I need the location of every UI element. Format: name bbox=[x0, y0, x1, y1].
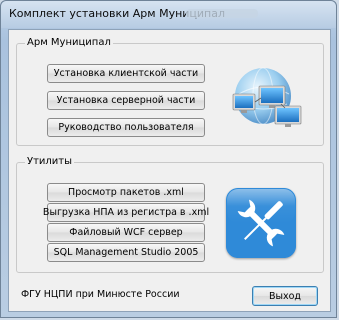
wcf-file-server-button[interactable]: Файловый WCF сервер bbox=[47, 223, 205, 242]
client-area: Арм Муниципал Установка клиентской части… bbox=[8, 29, 331, 312]
title-bar[interactable]: Комплект установки Арм Муниципал bbox=[1, 1, 336, 28]
user-guide-button[interactable]: Руководство пользователя bbox=[47, 118, 205, 137]
group-arm-municipal: Арм Муниципал Установка клиентской части… bbox=[16, 37, 324, 146]
exit-button[interactable]: Выход bbox=[252, 286, 318, 306]
organization-label: ФГУ НЦПИ при Минюсте России bbox=[21, 289, 180, 300]
group-arm-municipal-label: Арм Муниципал bbox=[25, 37, 113, 48]
install-server-button[interactable]: Установка серверной части bbox=[47, 91, 205, 110]
tools-icon bbox=[226, 188, 296, 258]
group-utilities-label: Утилиты bbox=[25, 156, 75, 167]
install-client-button[interactable]: Установка клиентской части bbox=[47, 64, 205, 83]
installer-window: Комплект установки Арм Муниципал Арм Мун… bbox=[0, 0, 337, 318]
title-extra bbox=[186, 9, 258, 18]
export-npa-xml-button[interactable]: Выгрузка НПА из регистра в .xml bbox=[43, 203, 209, 222]
view-xml-packages-button[interactable]: Просмотр пакетов .xml bbox=[47, 183, 205, 202]
globe-computers-icon bbox=[232, 67, 302, 127]
sql-management-studio-button[interactable]: SQL Management Studio 2005 bbox=[47, 243, 205, 262]
